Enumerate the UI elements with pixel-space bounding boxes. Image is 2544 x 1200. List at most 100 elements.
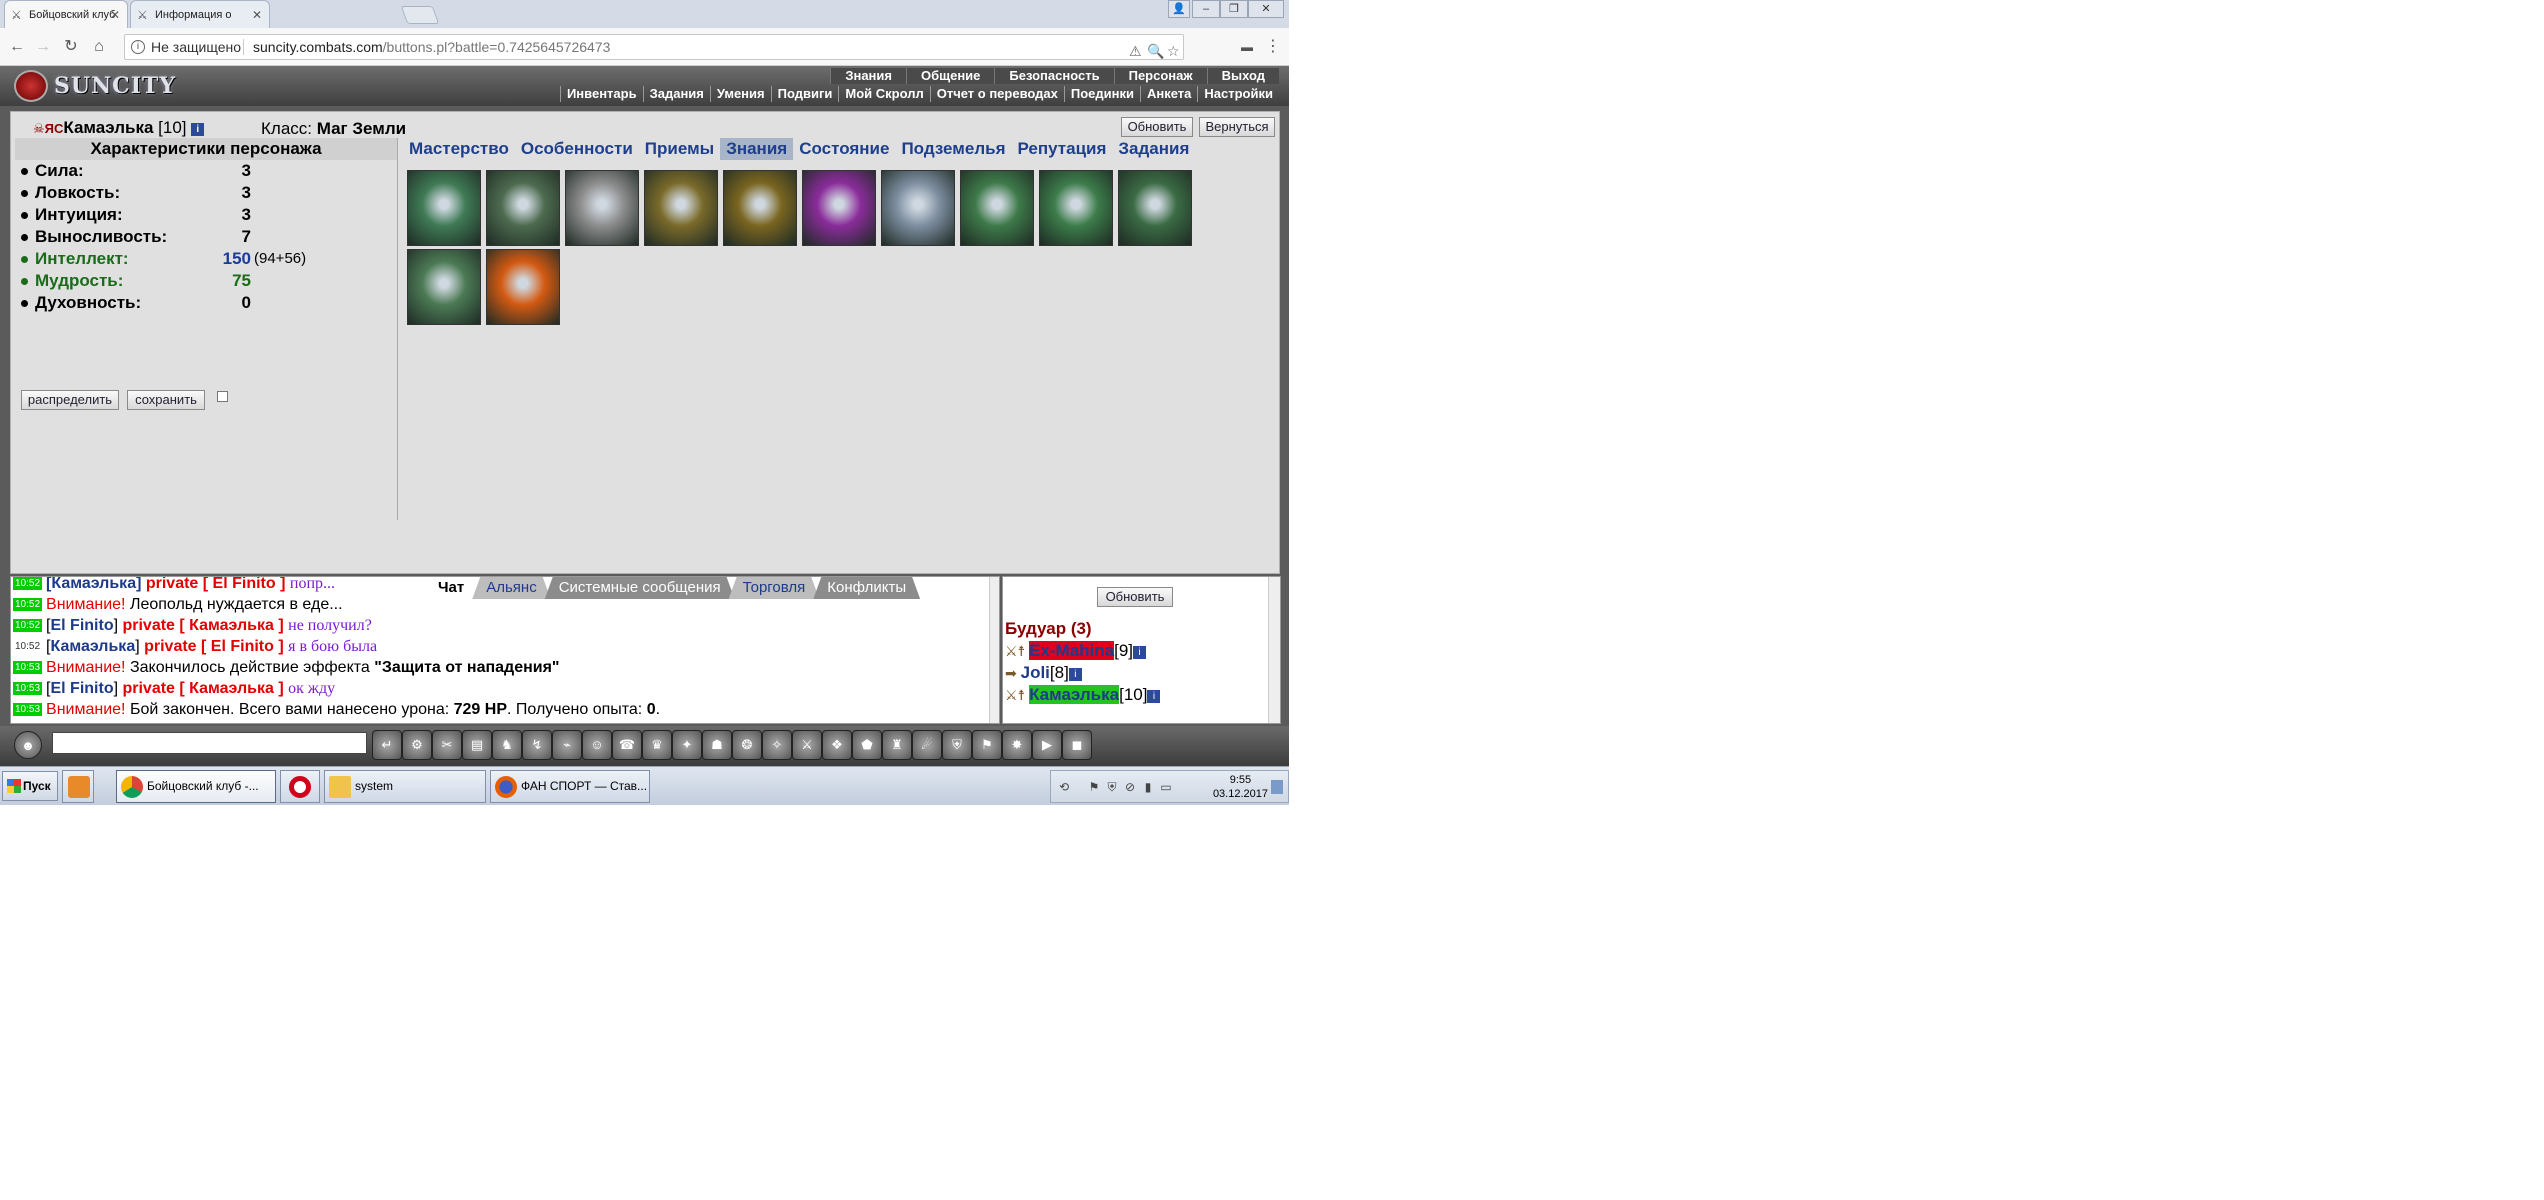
knowledge-card[interactable] [881, 170, 955, 246]
user-name[interactable]: Ex-Mahina [1029, 641, 1115, 660]
back-button[interactable]: Вернуться [1199, 117, 1275, 137]
taskbar-item-firefox[interactable]: ФАН СПОРТ — Став... [490, 770, 650, 803]
action-button[interactable]: ✂ [432, 730, 462, 760]
flag-icon[interactable]: ▬ [1236, 36, 1258, 58]
info-icon[interactable]: i [1147, 690, 1161, 703]
chat-input[interactable] [52, 732, 367, 754]
submenu-item[interactable]: Поединки [1063, 86, 1140, 102]
tab-5[interactable]: Подземелья [895, 138, 1011, 160]
submenu-item[interactable]: Настройки [1197, 86, 1279, 102]
action-button[interactable]: ♜ [882, 730, 912, 760]
blocked-icon[interactable]: ⚠ [1129, 39, 1142, 63]
refresh-button[interactable]: Обновить [1121, 117, 1193, 137]
address-bar[interactable]: i Не защищено suncity.combats.com/button… [124, 34, 1184, 60]
opera-icon[interactable] [280, 770, 320, 803]
start-button[interactable]: Пуск [2, 771, 58, 801]
action-button[interactable]: ⚔ [792, 730, 822, 760]
taskbar-item-folder[interactable]: system [324, 770, 486, 803]
chat-sender[interactable]: El Finito [50, 680, 113, 697]
action-button[interactable]: ❂ [732, 730, 762, 760]
new-tab-button[interactable] [400, 6, 440, 24]
knowledge-card[interactable] [1039, 170, 1113, 246]
action-button[interactable]: ↯ [522, 730, 552, 760]
chat-tab[interactable]: Чат [424, 577, 478, 599]
chat-tab[interactable]: Торговля [729, 577, 820, 599]
zoom-icon[interactable]: 🔍 [1147, 39, 1164, 63]
flag-icon[interactable]: ⚑ [1087, 780, 1101, 794]
submenu-item[interactable]: Умения [709, 86, 771, 102]
monitor-icon[interactable]: ▭ [1159, 780, 1173, 794]
user-name[interactable]: Joli [1021, 663, 1050, 682]
room-user[interactable]: ⚔☨ Камаэлька[10] i [1005, 685, 1161, 705]
star-icon[interactable]: ☆ [1167, 39, 1180, 63]
submenu-item[interactable]: Подвиги [770, 86, 839, 102]
browser-tab-fight-club[interactable]: ⚔ Бойцовский клуб ✕ [4, 0, 128, 28]
room-user[interactable]: ➡ Joli[8] i [1005, 663, 1082, 683]
knowledge-card[interactable] [723, 170, 797, 246]
tab-1[interactable]: Особенности [515, 138, 639, 160]
smile-icon[interactable]: ☻ [14, 731, 42, 759]
home-icon[interactable]: ⌂ [88, 36, 110, 58]
info-icon[interactable]: i [131, 40, 145, 54]
user-name[interactable]: Камаэлька [1029, 685, 1120, 704]
action-button[interactable]: ⬟ [852, 730, 882, 760]
chat-recipient[interactable]: El Finito [211, 638, 274, 655]
chat-recipient[interactable]: Камаэлька [189, 617, 274, 634]
tab-2[interactable]: Приемы [639, 138, 720, 160]
tab-3[interactable]: Знания [720, 138, 794, 160]
submenu-item[interactable]: Инвентарь [559, 86, 643, 102]
stats-checkbox[interactable] [217, 391, 228, 402]
knowledge-card[interactable] [960, 170, 1034, 246]
chat-sender[interactable]: Камаэлька [50, 638, 135, 655]
minimize-button[interactable]: ‒ [1192, 0, 1220, 18]
menu-item[interactable]: Выход [1206, 68, 1279, 84]
knowledge-card[interactable] [1118, 170, 1192, 246]
tab-0[interactable]: Мастерство [403, 138, 515, 160]
submenu-item[interactable]: Мой Скролл [838, 86, 929, 102]
action-button[interactable]: ☗ [702, 730, 732, 760]
reload-icon[interactable]: ↻ [60, 36, 82, 58]
submenu-item[interactable]: Отчет о переводах [929, 86, 1064, 102]
action-button[interactable]: ⚑ [972, 730, 1002, 760]
menu-item[interactable]: Безопасность [994, 68, 1114, 84]
forward-arrow-icon[interactable]: → [32, 36, 54, 58]
knowledge-card[interactable] [644, 170, 718, 246]
action-button[interactable]: ▶ [1032, 730, 1062, 760]
knowledge-card[interactable] [486, 170, 560, 246]
knowledge-card[interactable] [407, 249, 481, 325]
action-button[interactable]: ↵ [372, 730, 402, 760]
knowledge-card[interactable] [407, 170, 481, 246]
media-player-icon[interactable] [62, 770, 94, 803]
chat-scrollbar[interactable] [989, 577, 999, 723]
info-icon[interactable]: i [1133, 646, 1147, 659]
tab-6[interactable]: Репутация [1012, 138, 1113, 160]
action-button[interactable]: ✧ [762, 730, 792, 760]
close-window-button[interactable]: ✕ [1248, 0, 1284, 18]
action-button[interactable]: ☺ [582, 730, 612, 760]
distribute-button[interactable]: распределить [21, 390, 119, 410]
close-icon[interactable]: ✕ [252, 1, 262, 29]
taskbar-item-browser[interactable]: Бойцовский клуб -... [116, 770, 276, 803]
menu-item[interactable]: Персонаж [1113, 68, 1207, 84]
action-button[interactable]: ❖ [822, 730, 852, 760]
knowledge-card[interactable] [486, 249, 560, 325]
room-user[interactable]: ⚔☨ Ex-Mahina[9] i [1005, 641, 1147, 661]
action-button[interactable]: ⛨ [942, 730, 972, 760]
action-button[interactable]: ⚙ [402, 730, 432, 760]
action-button[interactable]: ✦ [672, 730, 702, 760]
sync-icon[interactable]: ⟲ [1057, 780, 1071, 794]
maximize-button[interactable]: ❐ [1220, 0, 1248, 18]
chat-sender[interactable]: El Finito [50, 617, 113, 634]
menu-icon[interactable]: ⋮ [1262, 36, 1284, 58]
profile-icon[interactable]: 👤 [1168, 0, 1190, 18]
menu-item[interactable]: Общение [905, 68, 995, 84]
knowledge-card[interactable] [802, 170, 876, 246]
action-button[interactable]: ▤ [462, 730, 492, 760]
action-button[interactable]: ♛ [642, 730, 672, 760]
room-refresh-button[interactable]: Обновить [1097, 587, 1173, 607]
chat-recipient[interactable]: Камаэлька [189, 680, 274, 697]
action-button[interactable]: ☄ [912, 730, 942, 760]
back-arrow-icon[interactable]: ← [6, 36, 28, 58]
room-scrollbar[interactable] [1268, 577, 1280, 723]
character-name[interactable]: ☠ЯСКамаэлька [10] i [33, 118, 205, 138]
